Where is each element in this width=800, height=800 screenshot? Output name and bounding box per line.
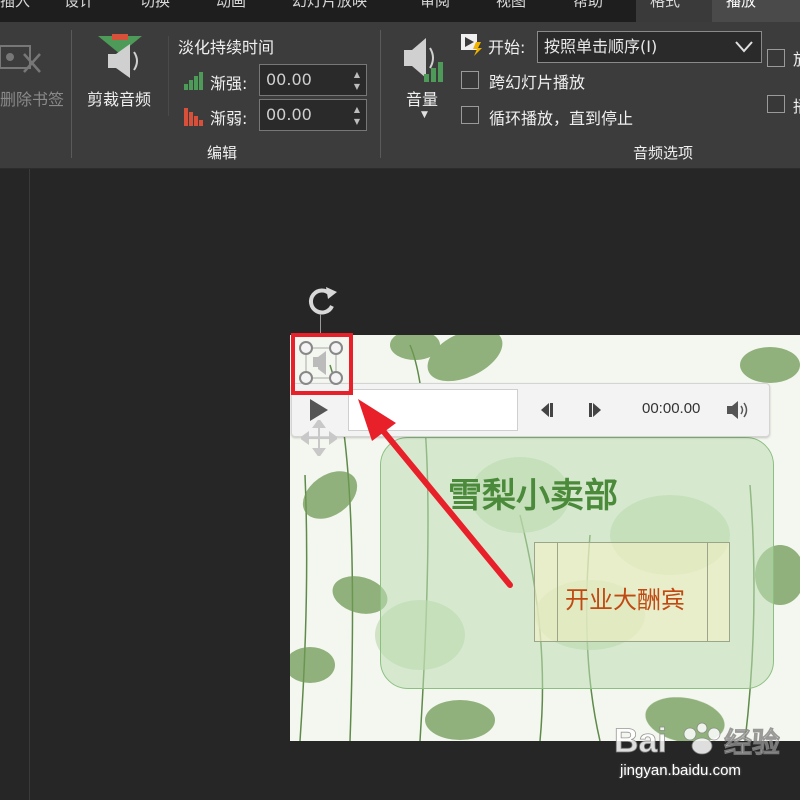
- separator: [168, 36, 169, 116]
- subtitle-box-line: [707, 543, 708, 641]
- chevron-down-icon: [735, 41, 753, 53]
- start-select-value: 按照单击顺序(I): [544, 37, 658, 56]
- play-across-slides-label: 跨幻灯片播放: [489, 73, 586, 92]
- svg-text:Bai: Bai: [614, 722, 667, 760]
- thumbnail-pane-separator[interactable]: [29, 169, 30, 800]
- svg-text:经验: 经验: [724, 726, 780, 758]
- ribbon: 删除书签 剪裁音频 淡化持续时间 渐强: 00.00 ▲ ▼ 渐弱: 00.00…: [0, 22, 800, 169]
- ribbon-tab-bar: 插入 设计 切换 动画 幻灯片放映 审阅 视图 帮助 格式 播放: [0, 0, 800, 22]
- skip-back-icon[interactable]: [539, 402, 555, 417]
- fade-in-icon: [184, 70, 204, 90]
- tab-playback[interactable]: 播放: [712, 0, 800, 22]
- rotate-handle-icon[interactable]: [304, 284, 340, 318]
- volume-button[interactable]: 音量: [406, 86, 438, 110]
- fade-in-label: 渐强:: [210, 74, 248, 93]
- loop-label: 循环播放，直到停止: [489, 109, 634, 128]
- fade-out-icon: [184, 106, 204, 126]
- tab-animations[interactable]: 动画: [216, 0, 266, 22]
- mute-speaker-icon[interactable]: [726, 400, 750, 420]
- chevron-down-icon[interactable]: ▼: [421, 110, 428, 120]
- remove-bookmark-button[interactable]: 删除书签: [0, 86, 64, 110]
- edit-group-label: 编辑: [207, 144, 238, 162]
- start-select[interactable]: 按照单击顺序(I): [537, 31, 762, 63]
- tab-view[interactable]: 视图: [496, 0, 546, 22]
- fade-out-spinner[interactable]: 00.00 ▲ ▼: [259, 99, 367, 131]
- fade-out-value: 00.00: [266, 105, 312, 124]
- subtitle-box-line: [557, 543, 558, 641]
- rewind-after-playing-checkbox[interactable]: [767, 95, 785, 113]
- trim-audio-icon: [98, 32, 148, 84]
- tab-design[interactable]: 设计: [64, 0, 114, 22]
- volume-icon: [402, 36, 448, 84]
- tab-insert[interactable]: 插入: [0, 0, 30, 22]
- start-play-icon: [461, 34, 483, 56]
- audio-time: 00:00.00: [642, 400, 701, 417]
- tab-help[interactable]: 帮助: [573, 0, 623, 22]
- tab-format[interactable]: 格式: [636, 0, 712, 22]
- slide-subtitle[interactable]: 开业大酬宾: [565, 580, 685, 615]
- fade-duration-label: 淡化持续时间: [178, 38, 275, 57]
- remove-bookmark-icon: [0, 38, 46, 78]
- hide-during-show-label: 放: [793, 46, 800, 70]
- group-separator: [380, 30, 381, 158]
- watermark-url: jingyan.baidu.com: [620, 762, 741, 779]
- hide-during-show-checkbox[interactable]: [767, 49, 785, 67]
- audio-options-group-label: 音频选项: [633, 144, 694, 162]
- red-arrow-annotation: [358, 399, 513, 588]
- loop-checkbox[interactable]: [461, 106, 479, 124]
- group-separator: [71, 30, 72, 158]
- tab-slideshow[interactable]: 幻灯片放映: [292, 0, 392, 22]
- play-across-slides-checkbox[interactable]: [461, 71, 479, 89]
- fade-in-spinner[interactable]: 00.00 ▲ ▼: [259, 64, 367, 96]
- tab-transitions[interactable]: 切换: [140, 0, 190, 22]
- tab-review[interactable]: 审阅: [420, 0, 470, 22]
- rewind-after-playing-label: 播: [793, 93, 800, 117]
- start-label: 开始:: [488, 38, 526, 57]
- baidu-jingyan-watermark-logo: Bai 经验: [590, 712, 781, 766]
- skip-forward-icon[interactable]: [587, 402, 603, 417]
- spin-up-icon[interactable]: ▲: [352, 106, 362, 114]
- move-handle-icon[interactable]: [299, 418, 339, 458]
- play-icon[interactable]: [308, 398, 330, 422]
- spin-down-icon[interactable]: ▼: [352, 118, 362, 126]
- fade-in-value: 00.00: [266, 70, 312, 89]
- fade-out-label: 渐弱:: [210, 109, 248, 128]
- spin-up-icon[interactable]: ▲: [352, 71, 362, 79]
- spin-down-icon[interactable]: ▼: [352, 83, 362, 91]
- trim-audio-button[interactable]: 剪裁音频: [87, 86, 151, 110]
